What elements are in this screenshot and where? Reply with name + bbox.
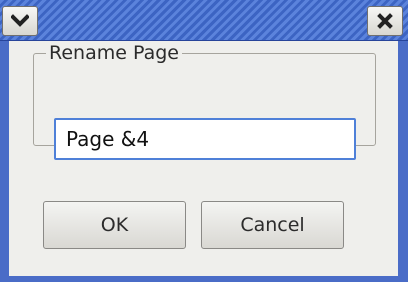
ok-button[interactable]: OK xyxy=(43,201,186,249)
close-icon xyxy=(377,13,393,29)
page-name-input[interactable] xyxy=(54,118,356,160)
title-bar[interactable] xyxy=(0,0,408,41)
chevron-down-icon xyxy=(11,14,29,27)
group-legend: Rename Page xyxy=(49,42,179,64)
close-button[interactable] xyxy=(367,6,403,36)
cancel-button[interactable]: Cancel xyxy=(201,201,344,249)
window-menu-button[interactable] xyxy=(2,6,38,36)
